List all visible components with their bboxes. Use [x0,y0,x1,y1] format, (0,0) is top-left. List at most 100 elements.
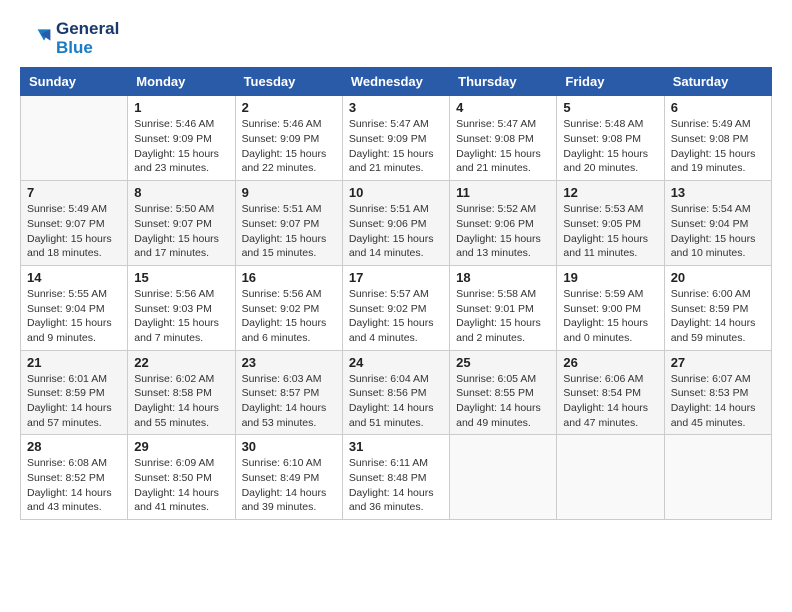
calendar-table: SundayMondayTuesdayWednesdayThursdayFrid… [20,67,772,520]
calendar-cell: 25 Sunrise: 6:05 AM Sunset: 8:55 PM Dayli… [450,350,557,435]
calendar-cell: 10 Sunrise: 5:51 AM Sunset: 9:06 PM Dayli… [342,181,449,266]
day-info: Sunrise: 6:02 AM Sunset: 8:58 PM Dayligh… [134,372,228,431]
page-header: General Blue [20,20,772,57]
calendar-cell: 11 Sunrise: 5:52 AM Sunset: 9:06 PM Dayli… [450,181,557,266]
column-header-sunday: Sunday [21,68,128,96]
day-number: 22 [134,355,228,370]
day-info: Sunrise: 5:56 AM Sunset: 9:02 PM Dayligh… [242,287,336,346]
day-info: Sunrise: 5:53 AM Sunset: 9:05 PM Dayligh… [563,202,657,261]
day-number: 13 [671,185,765,200]
calendar-cell: 24 Sunrise: 6:04 AM Sunset: 8:56 PM Dayli… [342,350,449,435]
day-info: Sunrise: 6:07 AM Sunset: 8:53 PM Dayligh… [671,372,765,431]
calendar-cell: 19 Sunrise: 5:59 AM Sunset: 9:00 PM Dayli… [557,265,664,350]
day-number: 2 [242,100,336,115]
calendar-cell: 20 Sunrise: 6:00 AM Sunset: 8:59 PM Dayli… [664,265,771,350]
day-number: 27 [671,355,765,370]
calendar-cell: 1 Sunrise: 5:46 AM Sunset: 9:09 PM Daylig… [128,96,235,181]
day-number: 31 [349,439,443,454]
day-info: Sunrise: 5:55 AM Sunset: 9:04 PM Dayligh… [27,287,121,346]
day-info: Sunrise: 5:51 AM Sunset: 9:07 PM Dayligh… [242,202,336,261]
calendar-cell: 26 Sunrise: 6:06 AM Sunset: 8:54 PM Dayli… [557,350,664,435]
day-info: Sunrise: 6:03 AM Sunset: 8:57 PM Dayligh… [242,372,336,431]
day-info: Sunrise: 5:54 AM Sunset: 9:04 PM Dayligh… [671,202,765,261]
column-header-monday: Monday [128,68,235,96]
day-number: 21 [27,355,121,370]
day-number: 10 [349,185,443,200]
calendar-cell: 23 Sunrise: 6:03 AM Sunset: 8:57 PM Dayli… [235,350,342,435]
day-number: 9 [242,185,336,200]
day-number: 30 [242,439,336,454]
day-number: 1 [134,100,228,115]
day-number: 11 [456,185,550,200]
calendar-cell: 9 Sunrise: 5:51 AM Sunset: 9:07 PM Daylig… [235,181,342,266]
day-info: Sunrise: 6:05 AM Sunset: 8:55 PM Dayligh… [456,372,550,431]
day-number: 23 [242,355,336,370]
day-info: Sunrise: 6:11 AM Sunset: 8:48 PM Dayligh… [349,456,443,515]
calendar-cell: 4Sunrise: 5:47 AM Sunset: 9:08 PM Daylig… [450,96,557,181]
calendar-cell: 12Sunrise: 5:53 AM Sunset: 9:05 PM Dayli… [557,181,664,266]
day-number: 7 [27,185,121,200]
day-number: 28 [27,439,121,454]
calendar-cell: 27 Sunrise: 6:07 AM Sunset: 8:53 PM Dayli… [664,350,771,435]
logo-icon [20,23,52,55]
calendar-cell [557,435,664,520]
calendar-cell: 5Sunrise: 5:48 AM Sunset: 9:08 PM Daylig… [557,96,664,181]
day-info: Sunrise: 5:50 AM Sunset: 9:07 PM Dayligh… [134,202,228,261]
day-number: 17 [349,270,443,285]
day-info: Sunrise: 5:56 AM Sunset: 9:03 PM Dayligh… [134,287,228,346]
calendar-cell: 8 Sunrise: 5:50 AM Sunset: 9:07 PM Daylig… [128,181,235,266]
calendar-cell: 18 Sunrise: 5:58 AM Sunset: 9:01 PM Dayli… [450,265,557,350]
column-header-saturday: Saturday [664,68,771,96]
day-info: Sunrise: 6:06 AM Sunset: 8:54 PM Dayligh… [563,372,657,431]
column-header-wednesday: Wednesday [342,68,449,96]
day-info: Sunrise: 5:46 AM Sunset: 9:09 PM Dayligh… [242,117,336,176]
day-info: Sunrise: 5:47 AM Sunset: 9:08 PM Dayligh… [456,117,550,176]
day-number: 16 [242,270,336,285]
day-number: 20 [671,270,765,285]
day-number: 29 [134,439,228,454]
calendar-cell [450,435,557,520]
calendar-cell: 7 Sunrise: 5:49 AM Sunset: 9:07 PM Daylig… [21,181,128,266]
day-number: 26 [563,355,657,370]
calendar-cell: 3 Sunrise: 5:47 AM Sunset: 9:09 PM Daylig… [342,96,449,181]
calendar-cell [664,435,771,520]
day-number: 6 [671,100,765,115]
day-number: 18 [456,270,550,285]
calendar-cell: 15Sunrise: 5:56 AM Sunset: 9:03 PM Dayli… [128,265,235,350]
day-info: Sunrise: 5:51 AM Sunset: 9:06 PM Dayligh… [349,202,443,261]
day-info: Sunrise: 5:49 AM Sunset: 9:07 PM Dayligh… [27,202,121,261]
day-number: 19 [563,270,657,285]
logo-text: General Blue [56,20,119,57]
day-number: 5 [563,100,657,115]
calendar-cell: 21 Sunrise: 6:01 AM Sunset: 8:59 PM Dayli… [21,350,128,435]
column-header-friday: Friday [557,68,664,96]
day-info: Sunrise: 6:00 AM Sunset: 8:59 PM Dayligh… [671,287,765,346]
day-info: Sunrise: 5:46 AM Sunset: 9:09 PM Dayligh… [134,117,228,176]
day-info: Sunrise: 5:49 AM Sunset: 9:08 PM Dayligh… [671,117,765,176]
calendar-cell: 30 Sunrise: 6:10 AM Sunset: 8:49 PM Dayli… [235,435,342,520]
day-number: 14 [27,270,121,285]
day-info: Sunrise: 5:52 AM Sunset: 9:06 PM Dayligh… [456,202,550,261]
calendar-cell: 28 Sunrise: 6:08 AM Sunset: 8:52 PM Dayli… [21,435,128,520]
calendar-cell: 29Sunrise: 6:09 AM Sunset: 8:50 PM Dayli… [128,435,235,520]
day-info: Sunrise: 5:47 AM Sunset: 9:09 PM Dayligh… [349,117,443,176]
day-info: Sunrise: 6:01 AM Sunset: 8:59 PM Dayligh… [27,372,121,431]
column-header-tuesday: Tuesday [235,68,342,96]
day-info: Sunrise: 6:10 AM Sunset: 8:49 PM Dayligh… [242,456,336,515]
day-number: 8 [134,185,228,200]
calendar-cell: 31 Sunrise: 6:11 AM Sunset: 8:48 PM Dayli… [342,435,449,520]
calendar-cell: 17 Sunrise: 5:57 AM Sunset: 9:02 PM Dayli… [342,265,449,350]
logo: General Blue [20,20,119,57]
day-info: Sunrise: 5:57 AM Sunset: 9:02 PM Dayligh… [349,287,443,346]
day-number: 3 [349,100,443,115]
calendar-cell: 16 Sunrise: 5:56 AM Sunset: 9:02 PM Dayli… [235,265,342,350]
day-info: Sunrise: 5:58 AM Sunset: 9:01 PM Dayligh… [456,287,550,346]
day-info: Sunrise: 6:08 AM Sunset: 8:52 PM Dayligh… [27,456,121,515]
column-header-thursday: Thursday [450,68,557,96]
day-info: Sunrise: 5:59 AM Sunset: 9:00 PM Dayligh… [563,287,657,346]
calendar-cell: 22 Sunrise: 6:02 AM Sunset: 8:58 PM Dayli… [128,350,235,435]
day-number: 25 [456,355,550,370]
day-number: 24 [349,355,443,370]
calendar-cell: 14 Sunrise: 5:55 AM Sunset: 9:04 PM Dayli… [21,265,128,350]
day-info: Sunrise: 6:04 AM Sunset: 8:56 PM Dayligh… [349,372,443,431]
